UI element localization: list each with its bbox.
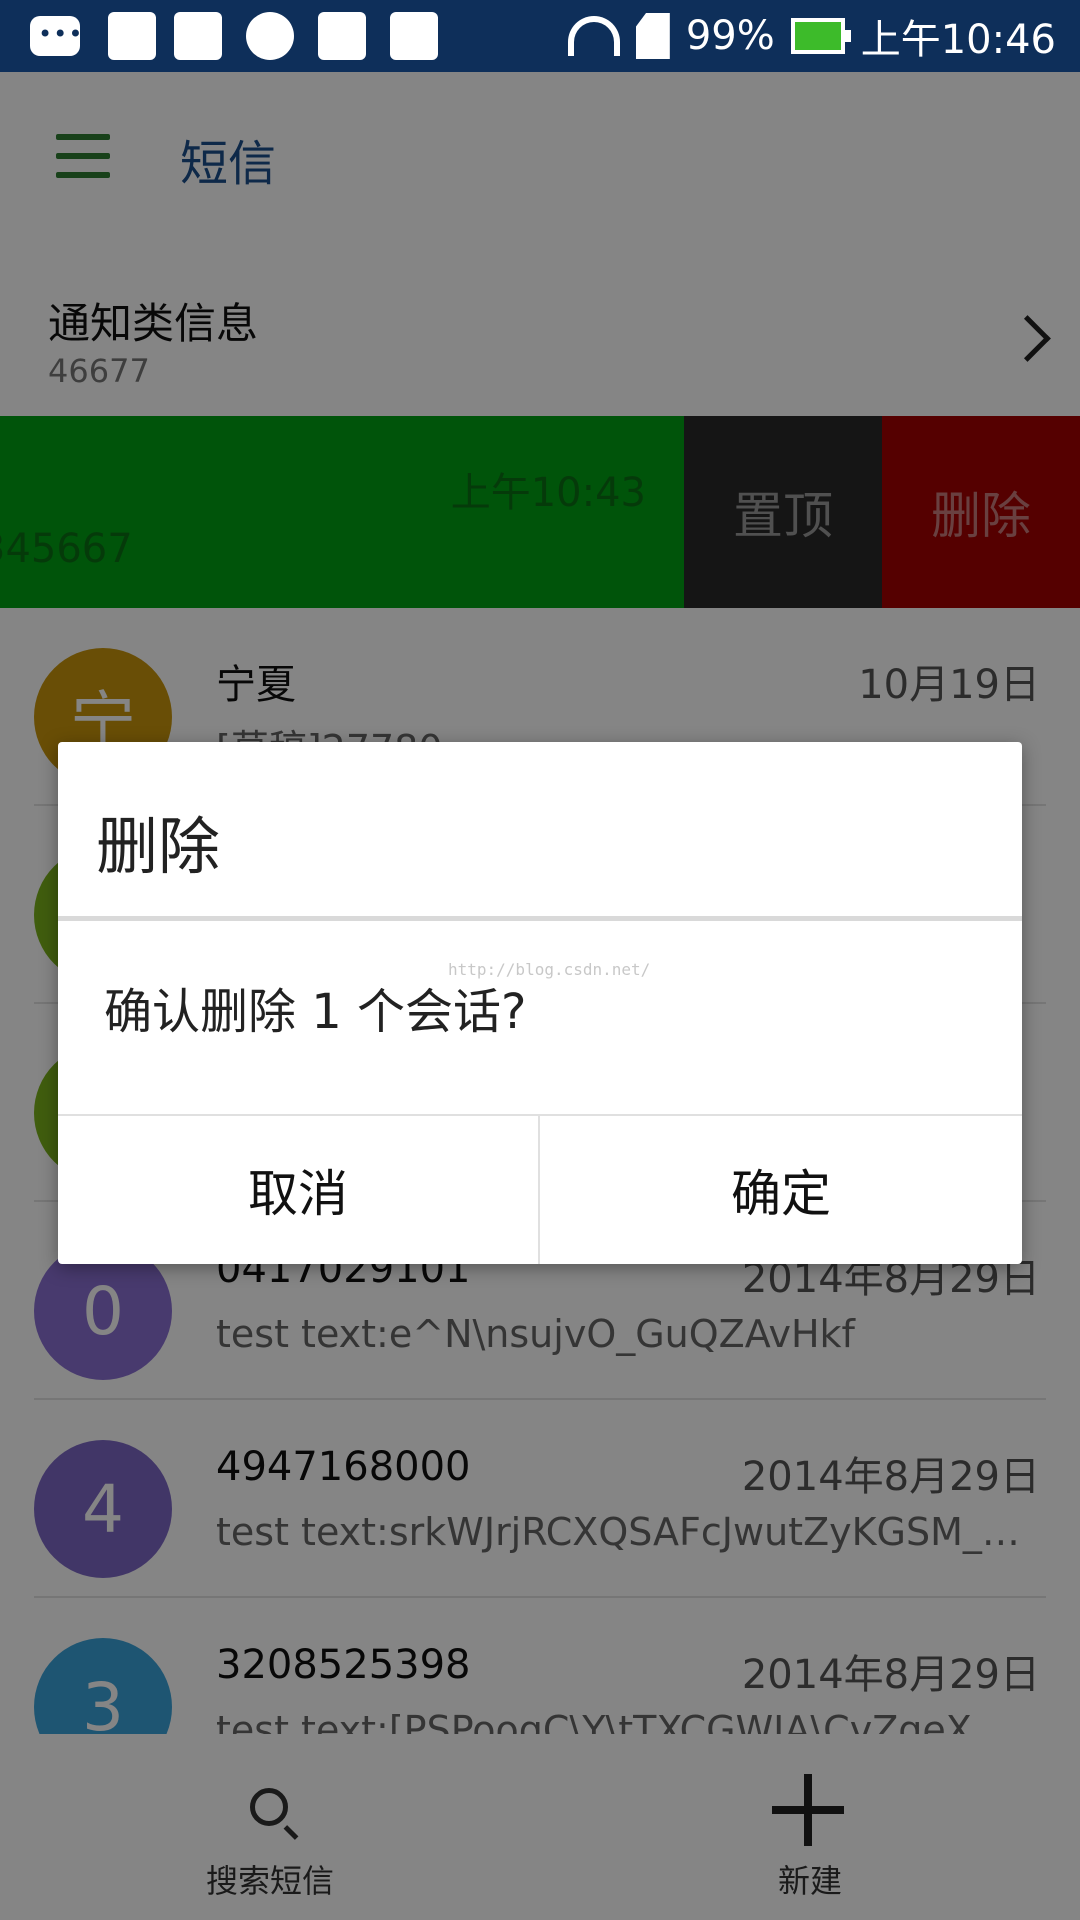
app-notification-icon [390,12,438,60]
weather-icon [246,12,294,60]
delete-confirm-dialog: 删除 http://blog.csdn.net/ 确认删除 1 个会话? 取消 … [58,742,1022,1264]
battery-percent: 99% [685,13,775,59]
message-notification-icon [30,16,83,56]
cancel-button[interactable]: 取消 [58,1116,540,1264]
dialog-message: 确认删除 1 个会话? [104,984,527,1040]
clock: 上午10:46 [860,17,1056,63]
wifi-icon [567,16,620,56]
confirm-button[interactable]: 确定 [540,1116,1022,1264]
app-notification-icon [318,12,366,60]
app-notification-icon [174,12,222,60]
battery-charging-icon [790,18,851,54]
screen-cast-icon [108,12,156,60]
sd-card-icon [635,13,670,59]
status-bar: 99% 上午10:46 [0,0,1080,72]
dialog-title-divider [58,916,1022,921]
dialog-title: 删除 [96,810,221,883]
